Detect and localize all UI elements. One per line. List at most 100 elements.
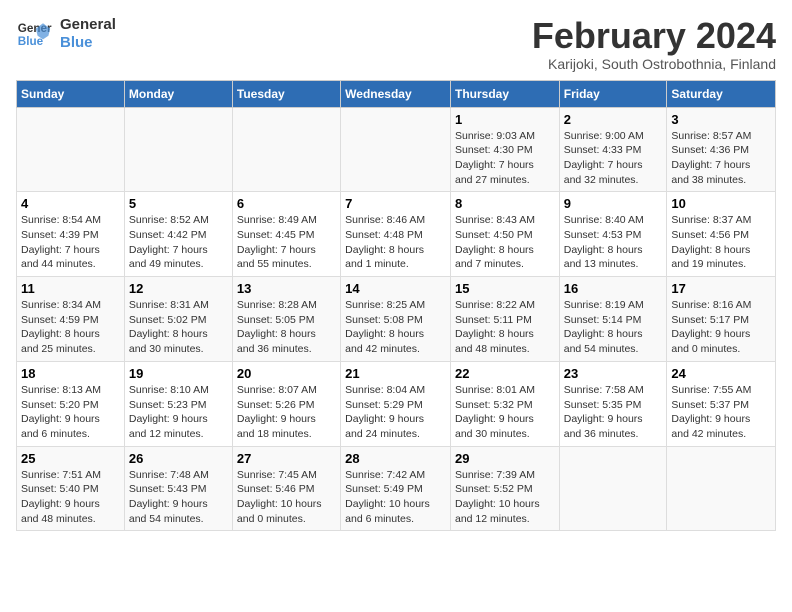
calendar-cell: 13 Sunrise: 8:28 AM Sunset: 5:05 PM Dayli… bbox=[232, 277, 340, 362]
day-number: 24 bbox=[671, 366, 771, 381]
day-number: 29 bbox=[455, 451, 555, 466]
day-info: Sunrise: 8:28 AM Sunset: 5:05 PM Dayligh… bbox=[237, 298, 336, 357]
calendar-cell: 9Sunrise: 8:40 AM Sunset: 4:53 PM Daylig… bbox=[559, 192, 667, 277]
day-info: Sunrise: 8:25 AM Sunset: 5:08 PM Dayligh… bbox=[345, 298, 446, 357]
day-number: 15 bbox=[455, 281, 555, 296]
day-info: Sunrise: 7:45 AM Sunset: 5:46 PM Dayligh… bbox=[237, 468, 336, 527]
calendar-cell: 10Sunrise: 8:37 AM Sunset: 4:56 PM Dayli… bbox=[667, 192, 776, 277]
day-number: 14 bbox=[345, 281, 446, 296]
header-day-sunday: Sunday bbox=[17, 80, 125, 107]
page-subtitle: Karijoki, South Ostrobothnia, Finland bbox=[532, 56, 776, 72]
day-info: Sunrise: 7:58 AM Sunset: 5:35 PM Dayligh… bbox=[564, 383, 663, 442]
day-number: 10 bbox=[671, 196, 771, 211]
day-info: Sunrise: 8:43 AM Sunset: 4:50 PM Dayligh… bbox=[455, 213, 555, 272]
week-row-3: 11 Sunrise: 8:34 AM Sunset: 4:59 PM Dayli… bbox=[17, 277, 776, 362]
day-info: Sunrise: 7:55 AM Sunset: 5:37 PM Dayligh… bbox=[671, 383, 771, 442]
day-number: 18 bbox=[21, 366, 120, 381]
calendar-cell: 6 Sunrise: 8:49 AM Sunset: 4:45 PM Daylig… bbox=[232, 192, 340, 277]
calendar-cell: 26Sunrise: 7:48 AM Sunset: 5:43 PM Dayli… bbox=[124, 446, 232, 531]
day-number: 20 bbox=[237, 366, 336, 381]
day-number: 28 bbox=[345, 451, 446, 466]
calendar-cell: 4 Sunrise: 8:54 AM Sunset: 4:39 PM Daylig… bbox=[17, 192, 125, 277]
day-number: 1 bbox=[455, 112, 555, 127]
day-number: 5 bbox=[129, 196, 228, 211]
day-number: 26 bbox=[129, 451, 228, 466]
day-info: Sunrise: 8:19 AM Sunset: 5:14 PM Dayligh… bbox=[564, 298, 663, 357]
day-info: Sunrise: 7:42 AM Sunset: 5:49 PM Dayligh… bbox=[345, 468, 446, 527]
day-info: Sunrise: 8:04 AM Sunset: 5:29 PM Dayligh… bbox=[345, 383, 446, 442]
header-day-saturday: Saturday bbox=[667, 80, 776, 107]
calendar-cell bbox=[232, 107, 340, 192]
header-day-wednesday: Wednesday bbox=[341, 80, 451, 107]
calendar-cell: 1 Sunrise: 9:03 AM Sunset: 4:30 PM Daylig… bbox=[450, 107, 559, 192]
calendar-cell: 3Sunrise: 8:57 AM Sunset: 4:36 PM Daylig… bbox=[667, 107, 776, 192]
header-day-thursday: Thursday bbox=[450, 80, 559, 107]
calendar-cell bbox=[17, 107, 125, 192]
calendar-cell: 25Sunrise: 7:51 AM Sunset: 5:40 PM Dayli… bbox=[17, 446, 125, 531]
calendar-table: SundayMondayTuesdayWednesdayThursdayFrid… bbox=[16, 80, 776, 532]
calendar-cell bbox=[667, 446, 776, 531]
day-info: Sunrise: 8:16 AM Sunset: 5:17 PM Dayligh… bbox=[671, 298, 771, 357]
calendar-cell bbox=[124, 107, 232, 192]
day-info: Sunrise: 8:10 AM Sunset: 5:23 PM Dayligh… bbox=[129, 383, 228, 442]
day-number: 2 bbox=[564, 112, 663, 127]
calendar-cell: 23 Sunrise: 7:58 AM Sunset: 5:35 PM Dayli… bbox=[559, 361, 667, 446]
day-number: 11 bbox=[21, 281, 120, 296]
logo-text-blue: Blue bbox=[60, 34, 116, 52]
logo-icon: General Blue bbox=[16, 16, 52, 52]
calendar-cell: 5 Sunrise: 8:52 AM Sunset: 4:42 PM Daylig… bbox=[124, 192, 232, 277]
day-number: 8 bbox=[455, 196, 555, 211]
calendar-body: 1 Sunrise: 9:03 AM Sunset: 4:30 PM Daylig… bbox=[17, 107, 776, 531]
day-number: 19 bbox=[129, 366, 228, 381]
week-row-4: 18Sunrise: 8:13 AM Sunset: 5:20 PM Dayli… bbox=[17, 361, 776, 446]
calendar-cell: 29 Sunrise: 7:39 AM Sunset: 5:52 PM Dayli… bbox=[450, 446, 559, 531]
calendar-cell: 18Sunrise: 8:13 AM Sunset: 5:20 PM Dayli… bbox=[17, 361, 125, 446]
calendar-header: SundayMondayTuesdayWednesdayThursdayFrid… bbox=[17, 80, 776, 107]
day-info: Sunrise: 9:03 AM Sunset: 4:30 PM Dayligh… bbox=[455, 129, 555, 188]
day-number: 25 bbox=[21, 451, 120, 466]
day-info: Sunrise: 8:49 AM Sunset: 4:45 PM Dayligh… bbox=[237, 213, 336, 272]
day-number: 3 bbox=[671, 112, 771, 127]
day-info: Sunrise: 8:52 AM Sunset: 4:42 PM Dayligh… bbox=[129, 213, 228, 272]
logo-text-general: General bbox=[60, 16, 116, 34]
calendar-cell: 24 Sunrise: 7:55 AM Sunset: 5:37 PM Dayli… bbox=[667, 361, 776, 446]
day-number: 21 bbox=[345, 366, 446, 381]
calendar-cell bbox=[341, 107, 451, 192]
calendar-cell: 22 Sunrise: 8:01 AM Sunset: 5:32 PM Dayli… bbox=[450, 361, 559, 446]
calendar-cell: 7Sunrise: 8:46 AM Sunset: 4:48 PM Daylig… bbox=[341, 192, 451, 277]
day-info: Sunrise: 8:31 AM Sunset: 5:02 PM Dayligh… bbox=[129, 298, 228, 357]
calendar-cell: 20 Sunrise: 8:07 AM Sunset: 5:26 PM Dayli… bbox=[232, 361, 340, 446]
day-number: 6 bbox=[237, 196, 336, 211]
header-day-monday: Monday bbox=[124, 80, 232, 107]
calendar-cell: 21 Sunrise: 8:04 AM Sunset: 5:29 PM Dayli… bbox=[341, 361, 451, 446]
day-info: Sunrise: 9:00 AM Sunset: 4:33 PM Dayligh… bbox=[564, 129, 663, 188]
day-info: Sunrise: 8:34 AM Sunset: 4:59 PM Dayligh… bbox=[21, 298, 120, 357]
day-number: 12 bbox=[129, 281, 228, 296]
day-info: Sunrise: 8:54 AM Sunset: 4:39 PM Dayligh… bbox=[21, 213, 120, 272]
calendar-cell: 2 Sunrise: 9:00 AM Sunset: 4:33 PM Daylig… bbox=[559, 107, 667, 192]
calendar-cell: 15 Sunrise: 8:22 AM Sunset: 5:11 PM Dayli… bbox=[450, 277, 559, 362]
day-info: Sunrise: 8:01 AM Sunset: 5:32 PM Dayligh… bbox=[455, 383, 555, 442]
day-info: Sunrise: 8:22 AM Sunset: 5:11 PM Dayligh… bbox=[455, 298, 555, 357]
calendar-cell: 19 Sunrise: 8:10 AM Sunset: 5:23 PM Dayli… bbox=[124, 361, 232, 446]
day-info: Sunrise: 8:07 AM Sunset: 5:26 PM Dayligh… bbox=[237, 383, 336, 442]
day-number: 7 bbox=[345, 196, 446, 211]
week-row-1: 1 Sunrise: 9:03 AM Sunset: 4:30 PM Daylig… bbox=[17, 107, 776, 192]
day-number: 9 bbox=[564, 196, 663, 211]
week-row-5: 25Sunrise: 7:51 AM Sunset: 5:40 PM Dayli… bbox=[17, 446, 776, 531]
calendar-cell bbox=[559, 446, 667, 531]
header-day-friday: Friday bbox=[559, 80, 667, 107]
day-number: 23 bbox=[564, 366, 663, 381]
day-number: 13 bbox=[237, 281, 336, 296]
calendar-cell: 16Sunrise: 8:19 AM Sunset: 5:14 PM Dayli… bbox=[559, 277, 667, 362]
page-title: February 2024 bbox=[532, 16, 776, 56]
day-number: 22 bbox=[455, 366, 555, 381]
calendar-cell: 28 Sunrise: 7:42 AM Sunset: 5:49 PM Dayli… bbox=[341, 446, 451, 531]
page-header: General Blue General Blue February 2024 … bbox=[16, 16, 776, 72]
day-number: 4 bbox=[21, 196, 120, 211]
calendar-cell: 14 Sunrise: 8:25 AM Sunset: 5:08 PM Dayli… bbox=[341, 277, 451, 362]
calendar-cell: 17Sunrise: 8:16 AM Sunset: 5:17 PM Dayli… bbox=[667, 277, 776, 362]
header-day-tuesday: Tuesday bbox=[232, 80, 340, 107]
calendar-cell: 12 Sunrise: 8:31 AM Sunset: 5:02 PM Dayli… bbox=[124, 277, 232, 362]
day-info: Sunrise: 7:39 AM Sunset: 5:52 PM Dayligh… bbox=[455, 468, 555, 527]
